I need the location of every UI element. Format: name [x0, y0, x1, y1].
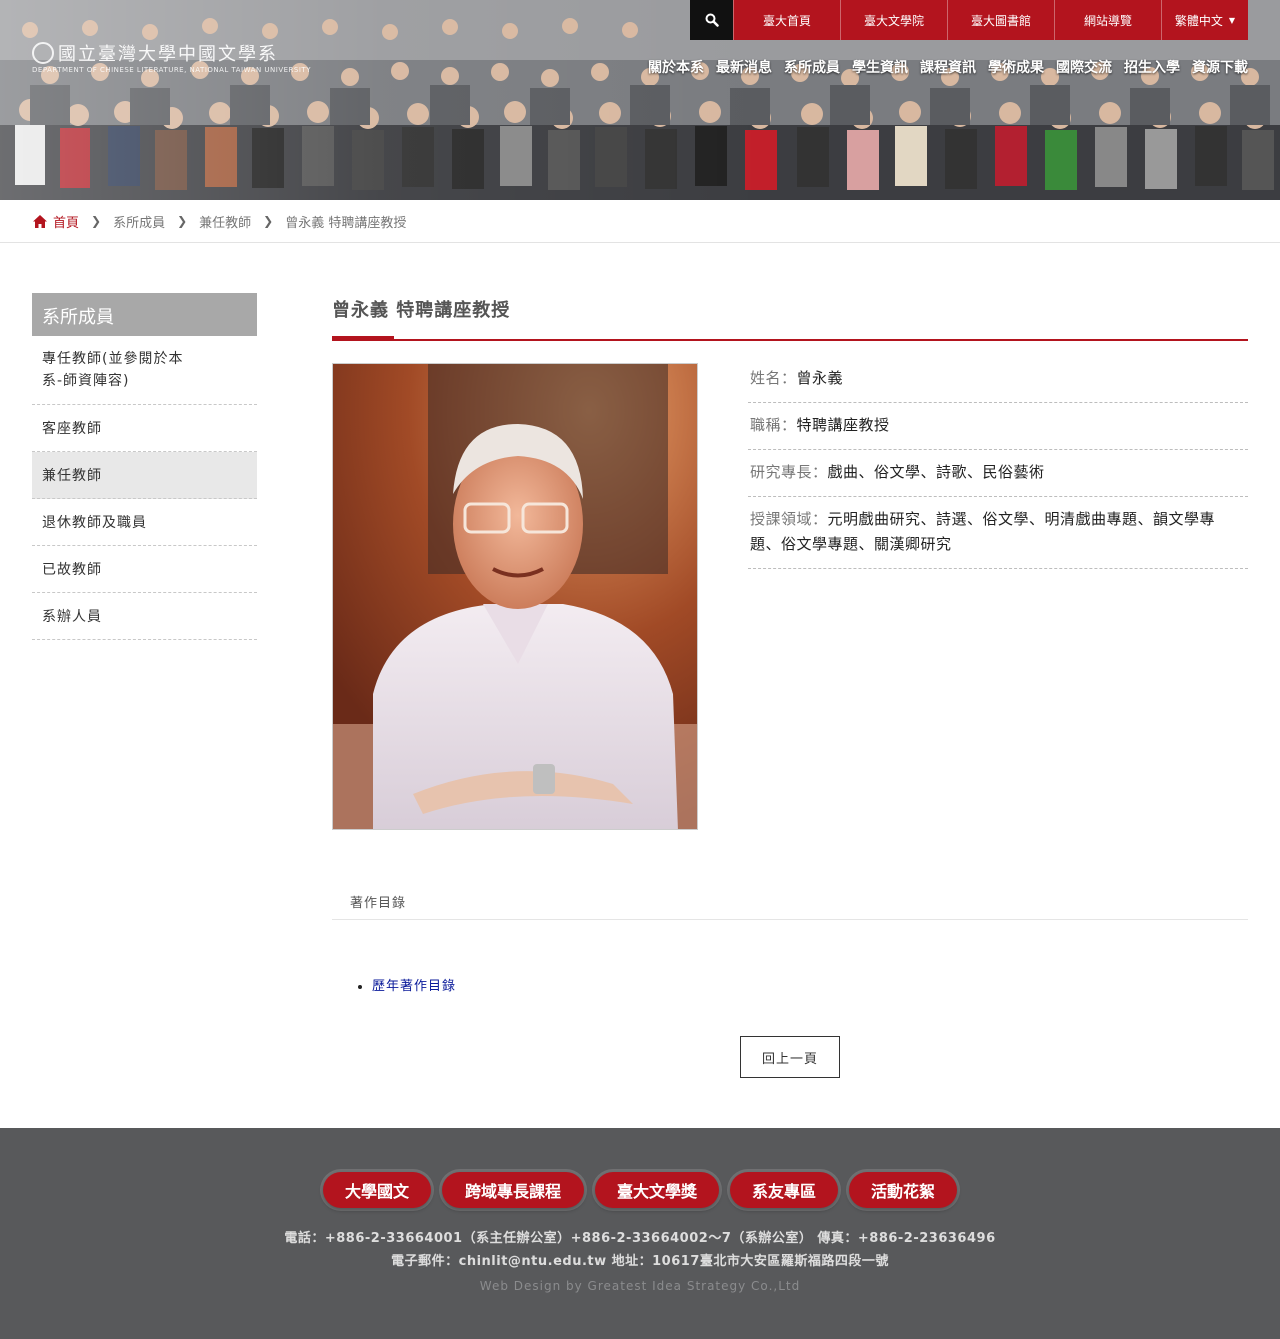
sidebar-item-full-time-faculty[interactable]: 專任教師(並參閱於本系-師資陣容) — [32, 336, 257, 405]
breadcrumb-home[interactable]: 首頁 — [33, 212, 79, 231]
logo-text: 國立臺灣大學中國文學系 — [58, 44, 278, 65]
footer-contact-address: 電子郵件：chinlit@ntu.edu.tw 地址：10617臺北市大安區羅斯… — [391, 1254, 889, 1269]
info-row-research: 研究專長：戲曲、俗文學、詩歌、民俗藝術 — [748, 450, 1248, 497]
title-divider — [332, 336, 1248, 342]
nav-item-news[interactable]: 最新消息 — [716, 57, 772, 77]
seal-icon — [32, 42, 54, 64]
nav-item-research[interactable]: 學術成果 — [988, 57, 1044, 77]
main-nav: 關於本系 最新消息 系所成員 學生資訊 課程資訊 學術成果 國際交流 招生入學 … — [648, 57, 1248, 77]
top-bar: 臺大首頁 臺大文學院 臺大圖書館 網站導覽 繁體中文 ▼ — [690, 0, 1248, 40]
breadcrumb-home-label: 首頁 — [53, 215, 80, 231]
caret-down-icon: ▼ — [1228, 15, 1236, 25]
info-key: 授課領域： — [750, 510, 828, 528]
back-button[interactable]: 回上一頁 — [740, 1036, 840, 1078]
footer-button-alumni[interactable]: 系友專區 — [730, 1172, 838, 1208]
nav-item-downloads[interactable]: 資源下載 — [1192, 57, 1248, 77]
footer-button-college-chinese[interactable]: 大學國文 — [323, 1172, 431, 1208]
info-row-name: 姓名：曾永義 — [748, 363, 1248, 403]
profile-info: 姓名：曾永義 職稱：特聘講座教授 研究專長：戲曲、俗文學、詩歌、民俗藝術 授課領… — [748, 363, 1248, 569]
language-dropdown[interactable]: 繁體中文 ▼ — [1161, 0, 1248, 40]
chevron-right-icon: ❯ — [177, 214, 188, 228]
publication-list: 歷年著作目錄 — [356, 975, 456, 994]
publication-link[interactable]: 歷年著作目錄 — [372, 975, 456, 994]
footer: 大學國文 跨域專長課程 臺大文學獎 系友專區 活動花絮 電話：+886-2-33… — [0, 1128, 1280, 1339]
breadcrumb-item-current: 曾永義 特聘講座教授 — [285, 215, 407, 231]
nav-item-international[interactable]: 國際交流 — [1056, 57, 1112, 77]
top-link-college-liberal-arts[interactable]: 臺大文學院 — [840, 0, 947, 40]
sidebar-item-office-staff[interactable]: 系辦人員 — [32, 593, 257, 640]
info-key: 職稱： — [750, 416, 797, 434]
profile-photo — [332, 363, 698, 830]
tab-publications[interactable]: 著作目錄 — [350, 892, 406, 911]
nav-item-students[interactable]: 學生資訊 — [852, 57, 908, 77]
home-icon — [33, 214, 47, 228]
top-link-ntu-home[interactable]: 臺大首頁 — [733, 0, 840, 40]
nav-item-about[interactable]: 關於本系 — [648, 57, 704, 77]
footer-credit[interactable]: Web Design by Greatest Idea Strategy Co.… — [0, 1279, 1280, 1293]
info-value: 曾永義 — [796, 369, 844, 387]
footer-button-gallery[interactable]: 活動花絮 — [849, 1172, 957, 1208]
department-logo[interactable]: 國立臺灣大學中國文學系 DEPARTMENT OF CHINESE LITERA… — [32, 40, 310, 76]
info-value: 特聘講座教授 — [796, 416, 890, 434]
chevron-right-icon: ❯ — [263, 214, 274, 228]
info-key: 姓名： — [750, 369, 797, 387]
sidebar-item-visiting-faculty[interactable]: 客座教師 — [32, 405, 257, 452]
language-label: 繁體中文 — [1174, 13, 1223, 28]
info-value: 戲曲、俗文學、詩歌、民俗藝術 — [827, 463, 1045, 481]
info-row-teaching: 授課領域：元明戲曲研究、詩選、俗文學、明清戲曲專題、韻文學專題、俗文學專題、關漢… — [748, 497, 1248, 569]
breadcrumb-item-adjunct[interactable]: 兼任教師 — [199, 212, 251, 231]
search-icon — [705, 13, 719, 27]
sidebar-item-adjunct-faculty[interactable]: 兼任教師 — [32, 452, 257, 499]
nav-item-admissions[interactable]: 招生入學 — [1124, 57, 1180, 77]
sidebar-title: 系所成員 — [32, 293, 257, 336]
footer-buttons: 大學國文 跨域專長課程 臺大文學獎 系友專區 活動花絮 — [0, 1172, 1280, 1208]
main-content: 曾永義 特聘講座教授 姓名：曾永義 職稱：特聘講座教授 研究專長：戲曲、俗文學、… — [332, 293, 1248, 1078]
top-link-sitemap[interactable]: 網站導覽 — [1054, 0, 1161, 40]
info-row-title: 職稱：特聘講座教授 — [748, 403, 1248, 450]
chevron-right-icon: ❯ — [91, 214, 102, 228]
footer-button-literary-award[interactable]: 臺大文學獎 — [595, 1172, 719, 1208]
tab-bar: 著作目錄 — [332, 885, 1248, 920]
sidebar: 系所成員 專任教師(並參閱於本系-師資陣容) 客座教師 兼任教師 退休教師及職員… — [32, 293, 257, 640]
top-link-library[interactable]: 臺大圖書館 — [947, 0, 1054, 40]
sidebar-item-retired-faculty[interactable]: 退休教師及職員 — [32, 499, 257, 546]
search-button[interactable] — [690, 0, 733, 40]
breadcrumb-item-members[interactable]: 系所成員 — [113, 212, 165, 231]
logo-subtitle: DEPARTMENT OF CHINESE LITERATURE, NATION… — [32, 66, 311, 74]
breadcrumb: 首頁 ❯ 系所成員 ❯ 兼任教師 ❯ 曾永義 特聘講座教授 — [0, 200, 1280, 243]
sidebar-item-deceased-faculty[interactable]: 已故教師 — [32, 546, 257, 593]
nav-item-courses[interactable]: 課程資訊 — [920, 57, 976, 77]
page-title: 曾永義 特聘講座教授 — [332, 300, 511, 321]
footer-contact-phone: 電話：+886-2-33664001（系主任辦公室）+886-2-3366400… — [284, 1231, 996, 1246]
nav-item-members[interactable]: 系所成員 — [784, 57, 840, 77]
info-key: 研究專長： — [750, 463, 828, 481]
footer-button-cross-domain[interactable]: 跨域專長課程 — [442, 1172, 584, 1208]
